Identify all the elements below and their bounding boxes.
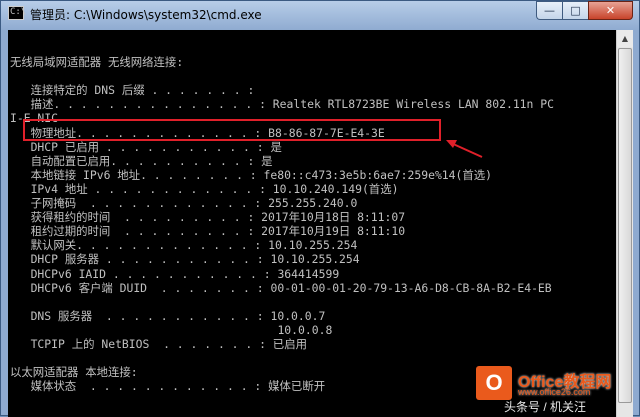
console-line: TCPIP 上的 NetBIOS . . . . . . . : 已启用 — [10, 336, 307, 351]
window-controls: — □ ✕ — [536, 1, 633, 21]
physical-address-highlight-box — [23, 119, 441, 141]
console-line: DHCP 服务器 . . . . . . . . . . . : 10.10.2… — [10, 252, 360, 267]
console-line: 租约过期的时间 . . . . . . . . . : 2017年10月19日 … — [10, 224, 406, 239]
watermark-source: 头条号 / 机关汪 — [504, 400, 587, 414]
console-line: 默认网关. . . . . . . . . . . . . : 10.10.25… — [10, 238, 358, 253]
console-line: DNS 服务器 . . . . . . . . . . . : 10.0.0.7 — [10, 308, 326, 323]
watermark: O Office教程网 www.office26.com 头条号 / 机关汪 — [470, 360, 640, 416]
console-line: 子网掩码 . . . . . . . . . . . . : 255.255.2… — [10, 196, 358, 211]
title-bar[interactable]: C:\ 管理员: C:\Windows\system32\cmd.exe — □… — [1, 1, 639, 28]
vertical-scrollbar[interactable]: ▲ — [616, 30, 633, 417]
maximize-button[interactable]: □ — [562, 1, 588, 20]
watermark-url: www.office26.com — [518, 387, 591, 397]
console-line: 无线局域网适配器 无线网络连接: — [10, 55, 184, 70]
console-line: 获得租约的时间 . . . . . . . . . : 2017年10月18日 … — [10, 210, 406, 225]
minimize-button[interactable]: — — [536, 1, 562, 20]
red-arrow-icon — [446, 140, 483, 158]
console-line: 描述. . . . . . . . . . . . . . . : Realte… — [10, 97, 554, 112]
office-logo-icon: O — [476, 366, 512, 400]
console-line: 10.0.0.8 — [10, 322, 333, 337]
console-line: DHCPv6 IAID . . . . . . . . . . . : 3644… — [10, 266, 340, 281]
console-line: 本地链接 IPv6 地址. . . . . . . . : fe80::c473… — [10, 167, 493, 182]
cmd-app-icon[interactable]: C:\ — [8, 6, 26, 20]
cmd-window: C:\ 管理员: C:\Windows\system32\cmd.exe — □… — [0, 0, 640, 417]
console-text: 无线局域网适配器 无线网络连接: 连接特定的 DNS 后缀 . . . . . … — [10, 41, 554, 393]
scroll-up-arrow-icon[interactable]: ▲ — [617, 30, 633, 47]
close-button[interactable]: ✕ — [588, 1, 633, 20]
console-output[interactable]: 无线局域网适配器 无线网络连接: 连接特定的 DNS 后缀 . . . . . … — [8, 30, 616, 417]
console-line: 连接特定的 DNS 后缀 . . . . . . . : — [10, 83, 255, 98]
window-title: 管理员: C:\Windows\system32\cmd.exe — [30, 8, 262, 22]
console-line: DHCPv6 客户端 DUID . . . . . . . : 00-01-00… — [10, 280, 552, 295]
scrollbar-thumb[interactable] — [618, 48, 632, 403]
console-line: IPv4 地址 . . . . . . . . . . . . : 10.10.… — [10, 181, 399, 196]
